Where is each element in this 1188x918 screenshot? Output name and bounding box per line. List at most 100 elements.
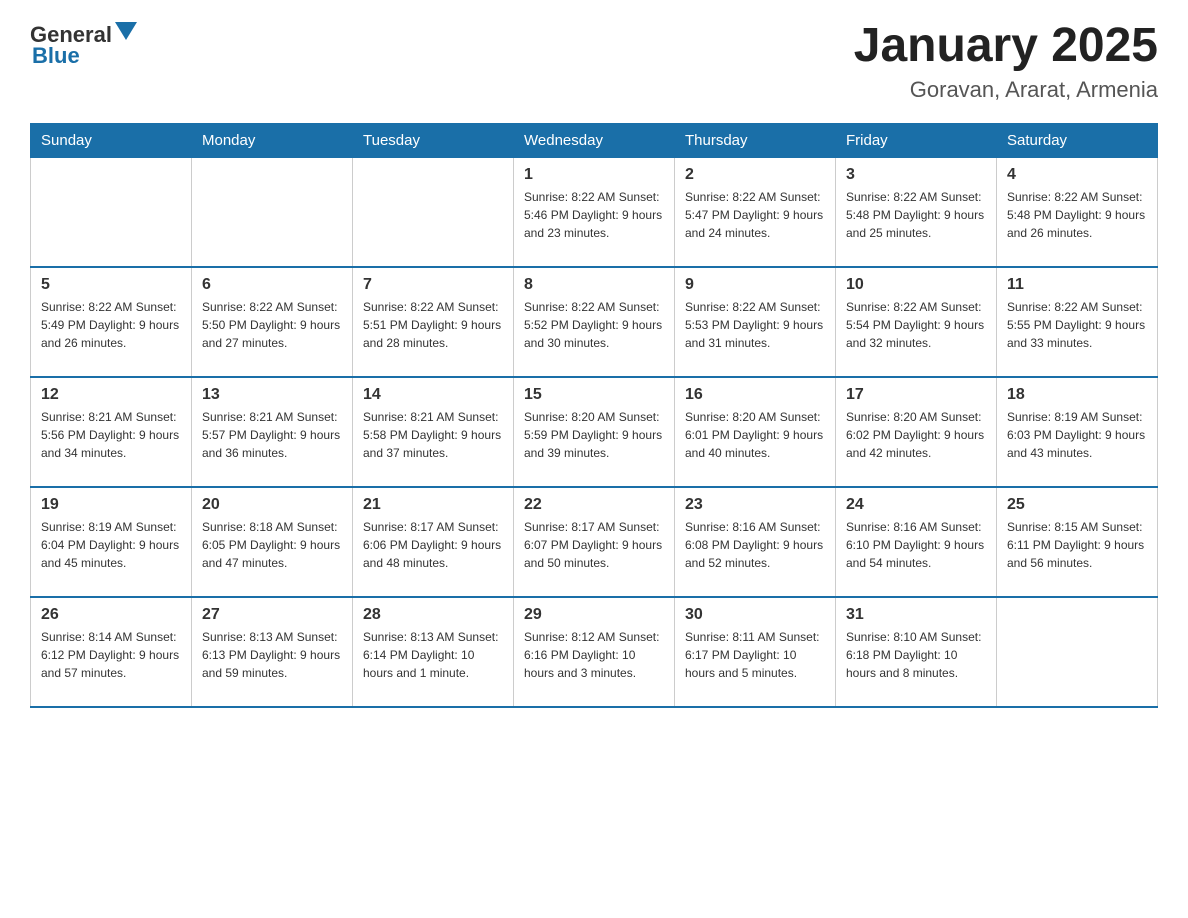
day-number: 4 [1007,166,1147,184]
day-info: Sunrise: 8:22 AM Sunset: 5:53 PM Dayligh… [685,298,825,352]
day-number: 1 [524,166,664,184]
day-info: Sunrise: 8:17 AM Sunset: 6:06 PM Dayligh… [363,518,503,572]
day-info: Sunrise: 8:22 AM Sunset: 5:50 PM Dayligh… [202,298,342,352]
calendar-cell: 8 Sunrise: 8:22 AM Sunset: 5:52 PM Daylig… [514,267,675,377]
day-info: Sunrise: 8:22 AM Sunset: 5:47 PM Dayligh… [685,188,825,242]
header-sunday: Sunday [31,123,192,157]
calendar-cell: 4Sunrise: 8:22 AM Sunset: 5:48 PM Daylig… [997,157,1158,267]
day-info: Sunrise: 8:14 AM Sunset: 6:12 PM Dayligh… [41,628,181,682]
day-info: Sunrise: 8:20 AM Sunset: 6:02 PM Dayligh… [846,408,986,462]
calendar-cell: 14Sunrise: 8:21 AM Sunset: 5:58 PM Dayli… [353,377,514,487]
calendar-cell [353,157,514,267]
day-number: 11 [1007,276,1147,294]
day-number: 8 [524,276,664,294]
calendar-cell: 25Sunrise: 8:15 AM Sunset: 6:11 PM Dayli… [997,487,1158,597]
day-number: 29 [524,606,664,624]
calendar-cell: 12 Sunrise: 8:21 AM Sunset: 5:56 PM Dayli… [31,377,192,487]
calendar-cell: 2 Sunrise: 8:22 AM Sunset: 5:47 PM Daylig… [675,157,836,267]
day-number: 16 [685,386,825,404]
page-header: General Blue January 2025 Goravan, Arara… [30,20,1158,103]
header-monday: Monday [192,123,353,157]
day-info: Sunrise: 8:19 AM Sunset: 6:04 PM Dayligh… [41,518,181,572]
title-block: January 2025 Goravan, Ararat, Armenia [854,20,1158,103]
day-info: Sunrise: 8:22 AM Sunset: 5:54 PM Dayligh… [846,298,986,352]
calendar-cell: 31 Sunrise: 8:10 AM Sunset: 6:18 PM Dayli… [836,597,997,707]
calendar-cell: 15Sunrise: 8:20 AM Sunset: 5:59 PM Dayli… [514,377,675,487]
calendar-cell: 11 Sunrise: 8:22 AM Sunset: 5:55 PM Dayli… [997,267,1158,377]
day-number: 28 [363,606,503,624]
calendar-cell: 6 Sunrise: 8:22 AM Sunset: 5:50 PM Daylig… [192,267,353,377]
day-info: Sunrise: 8:22 AM Sunset: 5:52 PM Dayligh… [524,298,664,352]
day-number: 26 [41,606,181,624]
day-info: Sunrise: 8:21 AM Sunset: 5:56 PM Dayligh… [41,408,181,462]
day-info: Sunrise: 8:22 AM Sunset: 5:51 PM Dayligh… [363,298,503,352]
logo: General Blue [30,20,137,69]
day-number: 21 [363,496,503,514]
logo-arrow-icon [115,22,137,44]
day-info: Sunrise: 8:13 AM Sunset: 6:13 PM Dayligh… [202,628,342,682]
calendar-title: January 2025 [854,20,1158,73]
day-number: 17 [846,386,986,404]
day-number: 2 [685,166,825,184]
calendar-cell: 7Sunrise: 8:22 AM Sunset: 5:51 PM Daylig… [353,267,514,377]
week-row-4: 19Sunrise: 8:19 AM Sunset: 6:04 PM Dayli… [31,487,1158,597]
day-number: 5 [41,276,181,294]
day-info: Sunrise: 8:16 AM Sunset: 6:10 PM Dayligh… [846,518,986,572]
header-friday: Friday [836,123,997,157]
calendar-cell: 21 Sunrise: 8:17 AM Sunset: 6:06 PM Dayli… [353,487,514,597]
week-row-1: 1Sunrise: 8:22 AM Sunset: 5:46 PM Daylig… [31,157,1158,267]
day-number: 14 [363,386,503,404]
calendar-cell [192,157,353,267]
day-number: 24 [846,496,986,514]
day-info: Sunrise: 8:18 AM Sunset: 6:05 PM Dayligh… [202,518,342,572]
day-number: 15 [524,386,664,404]
week-row-5: 26 Sunrise: 8:14 AM Sunset: 6:12 PM Dayli… [31,597,1158,707]
header-wednesday: Wednesday [514,123,675,157]
day-number: 30 [685,606,825,624]
day-info: Sunrise: 8:12 AM Sunset: 6:16 PM Dayligh… [524,628,664,682]
calendar-cell: 24 Sunrise: 8:16 AM Sunset: 6:10 PM Dayli… [836,487,997,597]
day-info: Sunrise: 8:17 AM Sunset: 6:07 PM Dayligh… [524,518,664,572]
calendar-cell: 17 Sunrise: 8:20 AM Sunset: 6:02 PM Dayli… [836,377,997,487]
day-number: 13 [202,386,342,404]
day-info: Sunrise: 8:22 AM Sunset: 5:55 PM Dayligh… [1007,298,1147,352]
day-info: Sunrise: 8:13 AM Sunset: 6:14 PM Dayligh… [363,628,503,682]
day-number: 18 [1007,386,1147,404]
week-row-2: 5Sunrise: 8:22 AM Sunset: 5:49 PM Daylig… [31,267,1158,377]
calendar-cell: 30Sunrise: 8:11 AM Sunset: 6:17 PM Dayli… [675,597,836,707]
calendar-cell: 1Sunrise: 8:22 AM Sunset: 5:46 PM Daylig… [514,157,675,267]
calendar-header-row: SundayMondayTuesdayWednesdayThursdayFrid… [31,123,1158,157]
header-thursday: Thursday [675,123,836,157]
calendar-cell: 29 Sunrise: 8:12 AM Sunset: 6:16 PM Dayli… [514,597,675,707]
day-number: 31 [846,606,986,624]
day-info: Sunrise: 8:10 AM Sunset: 6:18 PM Dayligh… [846,628,986,682]
calendar-table: SundayMondayTuesdayWednesdayThursdayFrid… [30,123,1158,709]
calendar-cell: 13 Sunrise: 8:21 AM Sunset: 5:57 PM Dayli… [192,377,353,487]
calendar-cell: 26 Sunrise: 8:14 AM Sunset: 6:12 PM Dayli… [31,597,192,707]
day-info: Sunrise: 8:15 AM Sunset: 6:11 PM Dayligh… [1007,518,1147,572]
logo-blue-text: Blue [32,43,80,69]
calendar-subtitle: Goravan, Ararat, Armenia [854,77,1158,103]
calendar-cell: 22Sunrise: 8:17 AM Sunset: 6:07 PM Dayli… [514,487,675,597]
calendar-cell: 10 Sunrise: 8:22 AM Sunset: 5:54 PM Dayli… [836,267,997,377]
day-number: 20 [202,496,342,514]
day-number: 3 [846,166,986,184]
calendar-cell: 28 Sunrise: 8:13 AM Sunset: 6:14 PM Dayli… [353,597,514,707]
day-number: 10 [846,276,986,294]
header-tuesday: Tuesday [353,123,514,157]
day-number: 12 [41,386,181,404]
calendar-cell: 19Sunrise: 8:19 AM Sunset: 6:04 PM Dayli… [31,487,192,597]
calendar-cell: 5Sunrise: 8:22 AM Sunset: 5:49 PM Daylig… [31,267,192,377]
day-info: Sunrise: 8:21 AM Sunset: 5:57 PM Dayligh… [202,408,342,462]
calendar-cell: 3 Sunrise: 8:22 AM Sunset: 5:48 PM Daylig… [836,157,997,267]
day-info: Sunrise: 8:20 AM Sunset: 6:01 PM Dayligh… [685,408,825,462]
day-info: Sunrise: 8:19 AM Sunset: 6:03 PM Dayligh… [1007,408,1147,462]
week-row-3: 12 Sunrise: 8:21 AM Sunset: 5:56 PM Dayli… [31,377,1158,487]
day-info: Sunrise: 8:22 AM Sunset: 5:48 PM Dayligh… [846,188,986,242]
calendar-cell: 9 Sunrise: 8:22 AM Sunset: 5:53 PM Daylig… [675,267,836,377]
day-number: 23 [685,496,825,514]
day-number: 6 [202,276,342,294]
calendar-cell: 27 Sunrise: 8:13 AM Sunset: 6:13 PM Dayli… [192,597,353,707]
day-number: 9 [685,276,825,294]
day-number: 27 [202,606,342,624]
